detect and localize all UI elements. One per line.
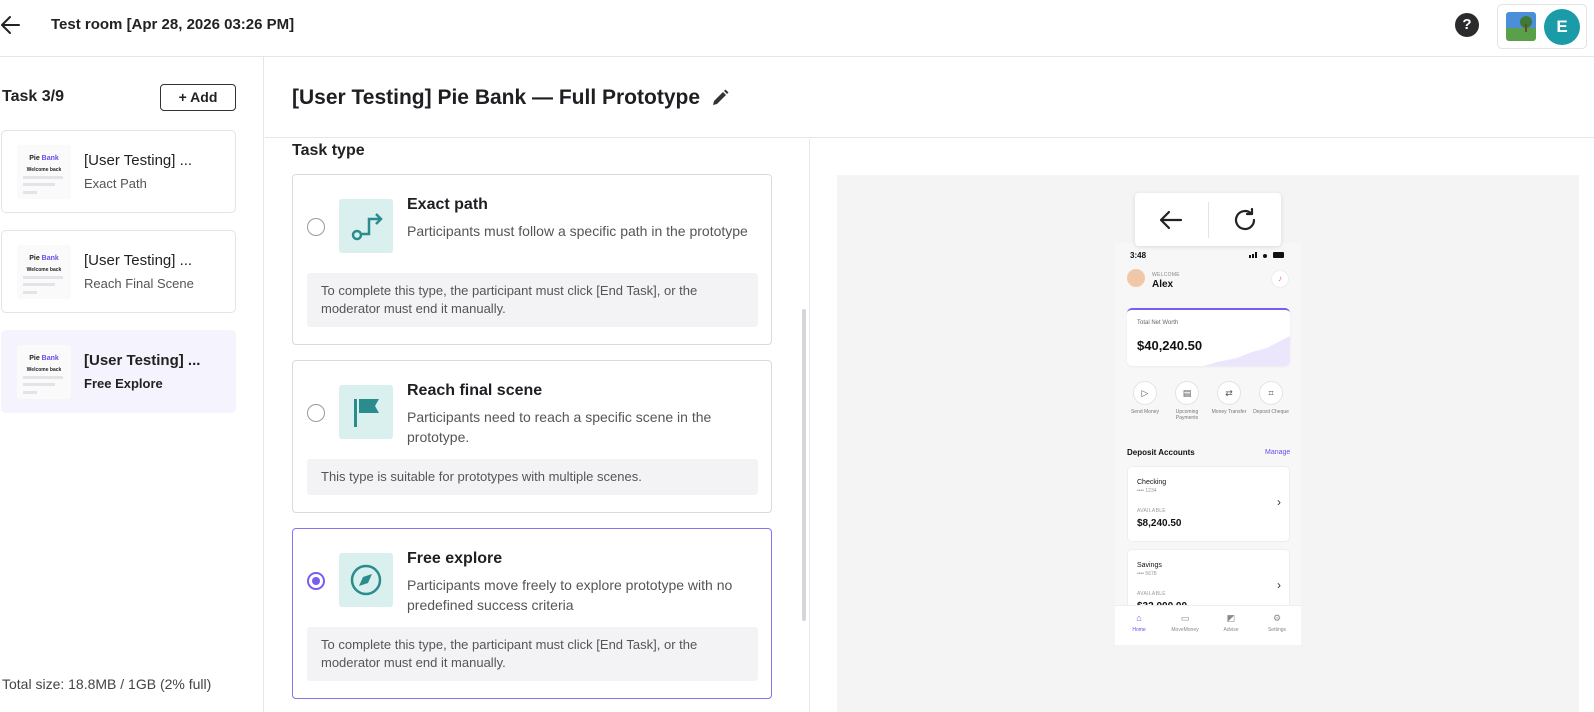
- add-task-button[interactable]: + Add: [160, 84, 236, 111]
- type-note: To complete this type, the participant m…: [307, 627, 758, 681]
- help-icon[interactable]: ?: [1455, 13, 1479, 37]
- task-type: Free Explore: [84, 376, 163, 391]
- scrollbar[interactable]: [802, 309, 806, 621]
- task-header: [User Testing] Pie Bank — Full Prototype: [265, 57, 1594, 138]
- chevron-right-icon: ›: [1277, 495, 1281, 509]
- manage-link[interactable]: Manage: [1265, 449, 1290, 456]
- money-transfer-action[interactable]: ⇄ Money Transfer: [1211, 381, 1247, 415]
- type-description: Participants need to reach a specific sc…: [407, 409, 712, 445]
- top-bar: Test room [Apr 28, 2026 03:26 PM] ? E: [0, 0, 1594, 57]
- room-title: Test room [Apr 28, 2026 03:26 PM]: [51, 16, 295, 33]
- type-option-exact-path[interactable]: Exact path Participants must follow a sp…: [292, 174, 772, 345]
- avatar-photo[interactable]: [1506, 12, 1536, 41]
- deposit-cheque-action[interactable]: ⌗ Deposit Cheque: [1253, 381, 1289, 415]
- nav-move-money[interactable]: ▭ MoveMoney: [1165, 612, 1205, 633]
- task-count: Task 3/9: [2, 88, 64, 105]
- avatar-group[interactable]: E: [1497, 4, 1587, 49]
- task-type: Exact Path: [84, 176, 147, 191]
- nav-settings[interactable]: ⚙ Settings: [1257, 612, 1297, 633]
- net-worth-sparkline: [1203, 336, 1290, 366]
- upcoming-payments-action[interactable]: ▤ Upcoming Payments: [1169, 381, 1205, 421]
- task-name: [User Testing] ...: [84, 352, 201, 369]
- user-avatar: [1127, 269, 1145, 287]
- task-type: Reach Final Scene: [84, 276, 194, 291]
- prototype-toolbar: [1135, 193, 1281, 246]
- account-card-checking[interactable]: Checking •••• 1234 AVAILABLE $8,240.50 ›: [1127, 466, 1290, 542]
- type-title: Reach final scene: [407, 382, 543, 399]
- type-option-free-explore[interactable]: Free explore Participants move freely to…: [292, 528, 772, 699]
- status-time: 3:48: [1130, 251, 1147, 260]
- type-note: To complete this type, the participant m…: [307, 273, 758, 327]
- task-name: [User Testing] ...: [84, 252, 193, 269]
- task-card[interactable]: Pie Bank Welcome back [User Testing] ...…: [1, 130, 236, 213]
- type-title: Exact path: [407, 196, 488, 213]
- prototype-preview: 3:48 WELCOME Alex ♪ Total Net Worth $40,…: [837, 175, 1579, 712]
- type-description: Participants must follow a specific path…: [407, 223, 748, 239]
- page-title: [User Testing] Pie Bank — Full Prototype: [292, 86, 701, 109]
- back-arrow-icon[interactable]: [1155, 205, 1187, 235]
- net-worth-value: $40,240.50: [1137, 338, 1203, 353]
- nav-home[interactable]: ⌂ Home: [1119, 612, 1159, 633]
- nav-advise[interactable]: ◩ Advise: [1211, 612, 1251, 633]
- type-title: Free explore: [407, 550, 503, 567]
- deposit-heading: Deposit Accounts: [1127, 448, 1195, 457]
- divider: [1208, 202, 1209, 238]
- welcome-label: WELCOME: [1152, 272, 1180, 278]
- task-thumbnail: Pie Bank Welcome back: [17, 345, 71, 399]
- task-thumbnail: Pie Bank Welcome back: [17, 145, 71, 199]
- section-heading: Task type: [292, 142, 365, 159]
- task-card-active[interactable]: Pie Bank Welcome back [User Testing] ...…: [1, 330, 236, 413]
- phone-screen[interactable]: 3:48 WELCOME Alex ♪ Total Net Worth $40,…: [1115, 243, 1301, 645]
- bell-icon[interactable]: ♪: [1271, 270, 1289, 288]
- task-thumbnail: Pie Bank Welcome back: [17, 245, 71, 299]
- back-arrow-icon[interactable]: [0, 12, 24, 38]
- radio-free-explore[interactable]: [307, 572, 325, 590]
- send-money-action[interactable]: ▷ Send Money: [1127, 381, 1163, 415]
- flag-icon: [339, 385, 393, 439]
- bottom-nav: ⌂ Home ▭ MoveMoney ◩ Advise ⚙ Settings: [1115, 605, 1301, 645]
- net-worth-card[interactable]: Total Net Worth $40,240.50: [1127, 308, 1290, 366]
- chevron-right-icon: ›: [1277, 578, 1281, 592]
- radio-reach-final-scene[interactable]: [307, 404, 325, 422]
- storage-usage: Total size: 18.8MB / 1GB (2% full): [2, 676, 212, 692]
- path-icon: [339, 199, 393, 253]
- task-type-panel: Task type Exact path Participants must f…: [265, 139, 810, 712]
- signal-icon: [1249, 252, 1284, 258]
- reload-icon[interactable]: [1229, 205, 1261, 235]
- net-worth-label: Total Net Worth: [1137, 320, 1179, 326]
- type-option-reach-final-scene[interactable]: Reach final scene Participants need to r…: [292, 360, 772, 513]
- task-card[interactable]: Pie Bank Welcome back [User Testing] ...…: [1, 230, 236, 313]
- type-description: Participants move freely to explore prot…: [407, 577, 733, 613]
- user-name: Alex: [1152, 279, 1174, 290]
- pencil-icon[interactable]: [710, 88, 730, 108]
- task-name: [User Testing] ...: [84, 152, 193, 169]
- task-sidebar: Task 3/9 + Add Pie Bank Welcome back [Us…: [0, 57, 264, 712]
- avatar[interactable]: E: [1544, 9, 1580, 45]
- type-note: This type is suitable for prototypes wit…: [307, 459, 758, 495]
- radio-exact-path[interactable]: [307, 218, 325, 236]
- compass-icon: [339, 553, 393, 607]
